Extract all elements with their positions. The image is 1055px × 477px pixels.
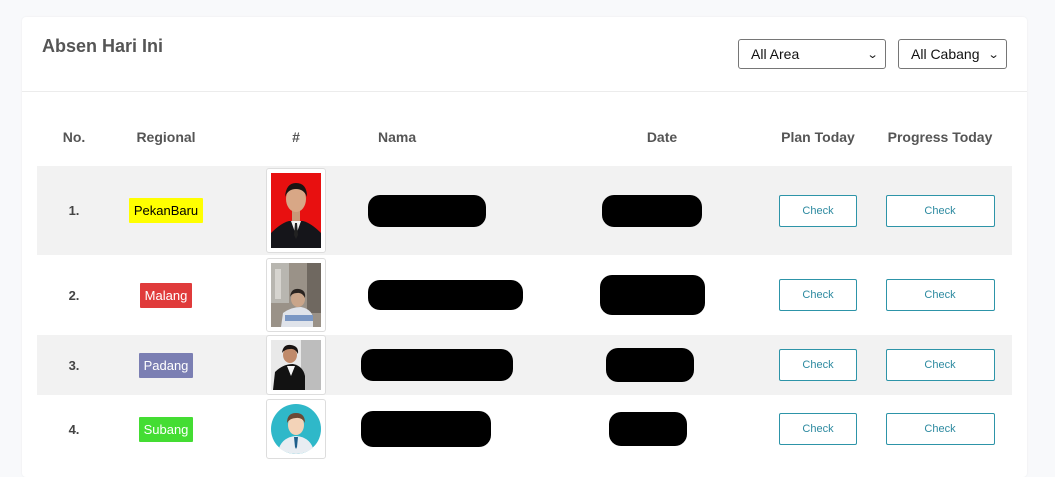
redacted-name [361,349,513,381]
row-number: 3. [68,357,80,373]
progress-check-button[interactable]: Check [885,413,995,445]
row-number: 1. [68,203,80,218]
header-no: No. [62,129,86,145]
redacted-date [599,275,705,315]
card-title: Absen Hari Ini [42,36,164,56]
header-date: Date [646,129,678,145]
area-select-value: All Area [751,46,800,62]
table-row: 1. PekanBaru Check Check [37,166,1012,255]
redacted-date [602,194,702,227]
plan-check-button[interactable]: Check [779,194,857,227]
row-number: 2. [68,287,80,303]
regional-badge: PekanBaru [128,198,204,223]
avatar[interactable] [266,335,326,395]
plan-check-button[interactable]: Check [779,279,857,311]
progress-check-button[interactable]: Check [885,349,995,381]
redacted-name [368,280,523,310]
avatar[interactable] [266,258,326,332]
chevron-down-icon: ⌄ [866,48,879,61]
table-header-row: No. Regional # Nama Date Plan Today Prog… [37,108,1012,166]
cabang-select[interactable]: All Cabang ⌄ [898,39,1007,69]
header-photo: # [292,129,300,145]
area-select[interactable]: All Area ⌄ [738,39,886,69]
row-number: 4. [68,421,80,437]
redacted-name [361,411,491,447]
attendance-table: No. Regional # Nama Date Plan Today Prog… [37,108,1012,463]
header-nama: Nama [378,129,417,145]
attendance-card: Absen Hari Ini All Area ⌄ All Cabang ⌄ N… [22,17,1027,477]
header-regional: Regional [136,129,196,145]
table-row: 2. Malang Check Check [37,255,1012,335]
regional-badge: Malang [139,282,193,308]
regional-badge: Padang [138,352,194,378]
redacted-date [609,412,687,446]
table-row: 3. Padang Check Check [37,335,1012,395]
redacted-name [368,194,486,227]
cabang-select-value: All Cabang [911,46,980,62]
progress-check-button[interactable]: Check [885,279,995,311]
table-row: 4. Subang Check Check [37,395,1012,463]
chevron-down-icon: ⌄ [987,48,1000,61]
regional-badge: Subang [138,416,194,442]
avatar[interactable] [266,168,326,253]
header-progress-today: Progress Today [887,129,993,145]
progress-check-button[interactable]: Check [885,194,995,227]
avatar[interactable] [266,399,326,459]
redacted-date [606,348,694,382]
header-plan-today: Plan Today [781,129,855,145]
plan-check-button[interactable]: Check [779,349,857,381]
plan-check-button[interactable]: Check [779,413,857,445]
card-header: Absen Hari Ini All Area ⌄ All Cabang ⌄ [22,17,1027,92]
